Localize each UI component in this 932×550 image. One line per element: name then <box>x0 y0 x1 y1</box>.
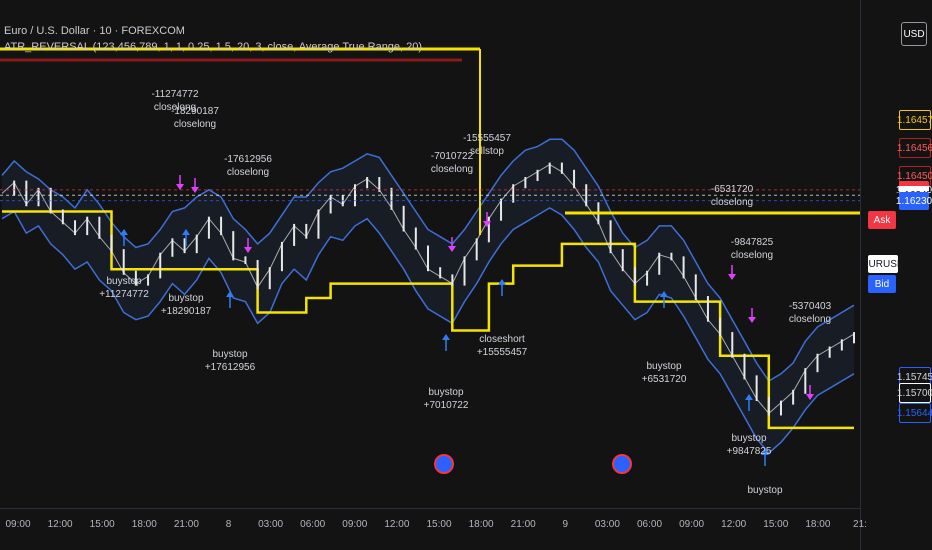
time-tick-label: 18:00 <box>468 519 494 530</box>
time-tick-label: 8 <box>225 519 232 530</box>
time-tick-label: 21:00 <box>173 519 199 530</box>
trade-annotation: -18290187 closelong <box>171 105 219 131</box>
trade-annotation-line: closelong <box>430 164 474 175</box>
trade-annotation-line: -6531720 <box>710 184 754 195</box>
trade-annotation-line: +15555457 <box>476 347 528 358</box>
trade-annotation-line: buystop <box>747 485 783 496</box>
trade-annotation-line: -9847825 <box>730 237 774 248</box>
time-tick-label: 15:00 <box>89 519 115 530</box>
trade-annotation-line: -17612956 <box>224 154 272 165</box>
trade-annotation-line: buystop <box>212 349 248 360</box>
time-tick-label: 12:00 <box>721 519 747 530</box>
time-tick-label: 09:00 <box>5 519 31 530</box>
trade-annotation-line: +11274772 <box>99 289 149 300</box>
time-tick-label: 15:00 <box>426 519 452 530</box>
time-tick-label: 18:00 <box>131 519 157 530</box>
trade-annotation: -6531720 closelong <box>711 183 753 209</box>
trade-annotation: buystop +11274772 <box>99 275 149 301</box>
eu-flag-icon[interactable] <box>612 454 632 474</box>
time-tick-label: 12:00 <box>47 519 73 530</box>
time-tick-label: 03:00 <box>258 519 284 530</box>
us-flag-icon[interactable] <box>434 454 454 474</box>
time-tick-label: 06:00 <box>636 519 663 530</box>
price-tag: 1.16230 <box>896 192 932 210</box>
sell-arrow-head <box>748 317 756 323</box>
trade-annotation-line: sellstop <box>470 146 504 157</box>
trade-annotation: -15555457 sellstop <box>463 132 511 158</box>
ask-label: Ask <box>868 211 896 229</box>
currency-button[interactable]: USD <box>901 22 927 46</box>
price-tag: 1.16457 <box>897 110 932 130</box>
trade-annotation-line: -18290187 <box>171 106 219 117</box>
trade-annotation-line: +9847825 <box>726 446 772 457</box>
price-tag: 1.15700 <box>897 383 932 403</box>
time-tick-label: 12:00 <box>384 519 410 530</box>
trade-annotation: buystop <box>747 484 782 497</box>
buy-arrow-head <box>442 334 450 340</box>
trade-annotation: buystop +6531720 <box>642 360 687 386</box>
trade-annotation-line: -5370403 <box>788 301 832 312</box>
trade-annotation: closeshort +15555457 <box>477 333 527 359</box>
price-tag: 1.15644 <box>897 403 932 423</box>
trade-annotation-line: closelong <box>226 167 270 178</box>
buy-arrow-head <box>498 279 506 285</box>
symbol-label: EURUSD <box>862 255 904 273</box>
trade-annotation-line: +18290187 <box>160 306 212 317</box>
indicator-legend[interactable]: ATR_REVERSAL (123,456,789, 1, 1, 0.25, 1… <box>4 41 422 53</box>
time-tick-label: 18:00 <box>805 519 831 530</box>
trade-annotation-line: buystop <box>428 387 464 398</box>
chart-root: Euro / U.S. Dollar · 10 · FOREXCOM ATR_R… <box>0 0 932 550</box>
trade-annotation: buystop +9847825 <box>727 432 772 458</box>
time-tick-label: 21:00 <box>510 519 536 530</box>
trade-annotation-line: closelong <box>730 250 774 261</box>
trade-annotation-line: -15555457 <box>463 133 511 144</box>
trade-annotation-line: closeshort <box>479 334 525 345</box>
time-tick-label: 15:00 <box>763 519 789 530</box>
trade-annotation: buystop +17612956 <box>205 348 255 374</box>
time-tick-label: 21: <box>853 519 867 530</box>
time-tick-label: 9 <box>562 519 569 530</box>
trade-annotation-line: +7010722 <box>423 400 469 411</box>
time-tick-label: 06:00 <box>300 519 326 530</box>
trade-annotation: -17612956 closelong <box>224 153 272 179</box>
symbol-title[interactable]: Euro / U.S. Dollar · 10 · FOREXCOM <box>4 25 185 37</box>
time-tick-label: 09:00 <box>679 519 705 530</box>
bid-label: Bid <box>868 275 896 293</box>
price-tag: 1.16456 <box>897 138 932 158</box>
trade-annotation-line: +6531720 <box>641 374 687 385</box>
time-tick-label: 09:00 <box>342 519 368 530</box>
trade-annotation-line: closelong <box>710 197 754 208</box>
trade-annotation-line: buystop <box>168 293 204 304</box>
trade-annotation-line: +17612956 <box>204 362 256 373</box>
trade-annotation: buystop +18290187 <box>161 292 211 318</box>
trade-annotation: buystop +7010722 <box>424 386 469 412</box>
time-tick-label: 03:00 <box>594 519 620 530</box>
trade-annotation-line: -11274772 <box>151 89 199 100</box>
trade-annotation-line: buystop <box>106 276 142 287</box>
trade-annotation: -5370403 closelong <box>789 300 831 326</box>
time-axis[interactable]: 09:00 12:00 15:00 18:00 21:00 8 03:00 06:00 09:0… <box>0 508 867 550</box>
sell-arrow-head <box>176 184 184 190</box>
trade-annotation-line: buystop <box>646 361 682 372</box>
trade-annotation-line: closelong <box>788 314 832 325</box>
buy-arrow-head <box>120 229 128 235</box>
trade-annotation: -9847825 closelong <box>731 236 773 262</box>
trade-annotation-line: buystop <box>731 433 767 444</box>
trade-annotation-line: closelong <box>173 119 217 130</box>
sell-arrow-head <box>728 274 736 280</box>
